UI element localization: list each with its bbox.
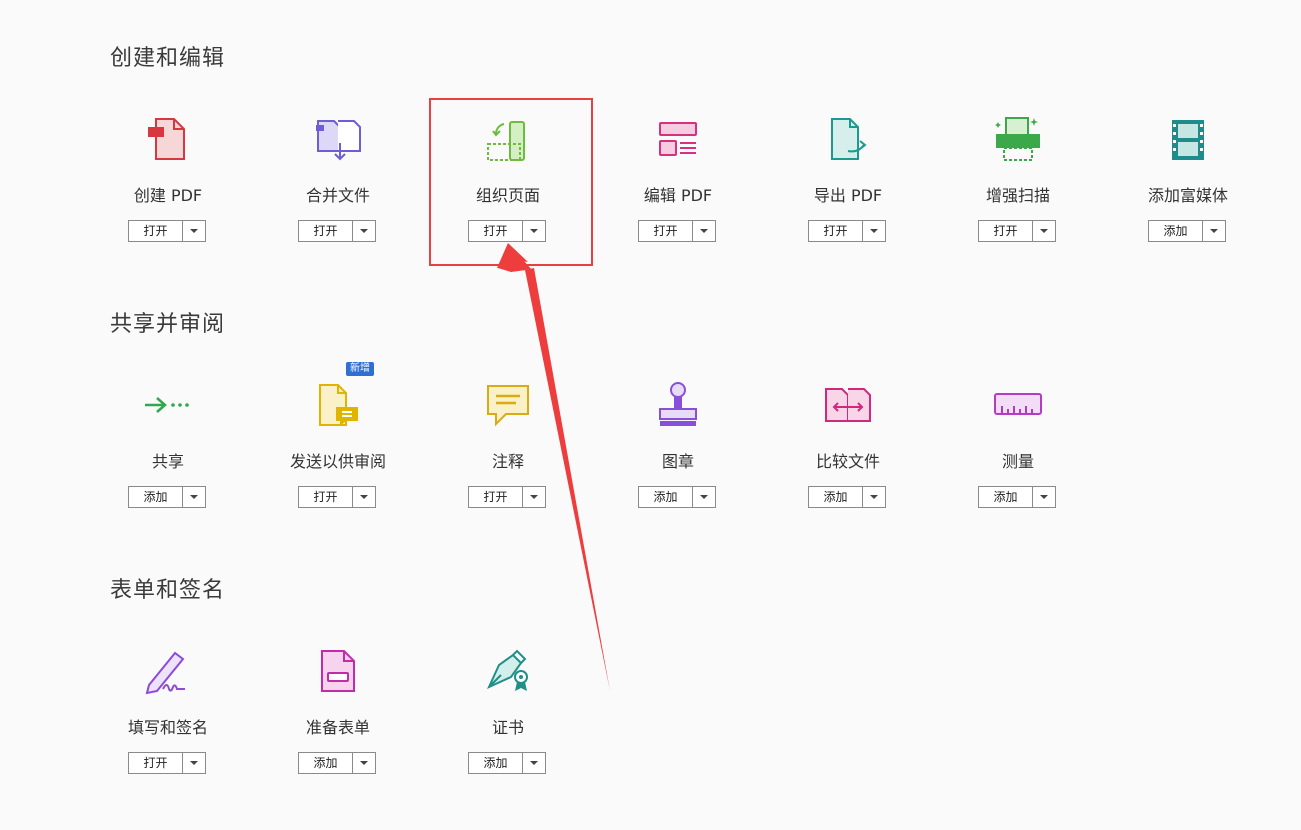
annotation-arrow: [497, 243, 610, 691]
